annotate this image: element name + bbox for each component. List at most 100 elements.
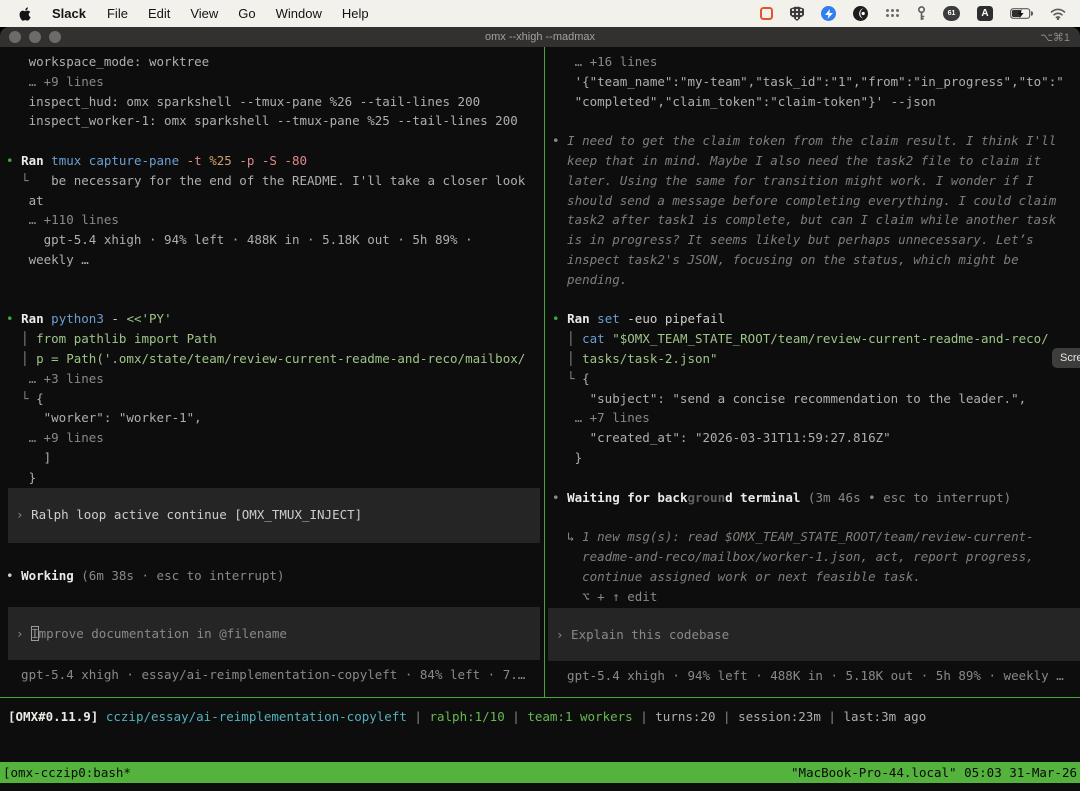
terminal-line: └ { — [546, 369, 1080, 389]
terminal-line: │ tasks/task-2.json" — [546, 349, 1080, 369]
terminal-line: └ { — [0, 389, 544, 409]
terminal-line: '{"team_name":"my-team","task_id":"1","f… — [546, 72, 1080, 92]
contrast-icon[interactable] — [853, 6, 868, 21]
terminal-line: gpt-5.4 xhigh · 94% left · 488K in · 5.1… — [546, 666, 1080, 686]
menu-item-file[interactable]: File — [97, 6, 138, 21]
terminal-line: ] — [0, 448, 544, 468]
terminal-line: › Ralph loop active continue [OMX_TMUX_I… — [8, 505, 362, 525]
terminal-line: should send a message before completing … — [546, 191, 1080, 211]
menu-item-go[interactable]: Go — [228, 6, 265, 21]
hud-status-line: [OMX#0.11.9] cczip/essay/ai-reimplementa… — [0, 707, 1080, 727]
menu-bar: SlackFileEditViewGoWindowHelp 61 — [0, 0, 1080, 27]
terminal-line: later. Using the same for transition mig… — [546, 171, 1080, 191]
pane-left-rows: workspace_mode: worktree … +9 lines insp… — [0, 47, 544, 685]
terminal-line: weekly … — [0, 250, 544, 270]
recording-icon[interactable] — [760, 7, 773, 20]
pane-right: … +16 lines '{"team_name":"my-team","tas… — [546, 47, 1080, 697]
terminal-line: [OMX#0.11.9] cczip/essay/ai-reimplementa… — [0, 707, 1080, 727]
terminal-line: "worker": "worker-1", — [0, 408, 544, 428]
terminal-line: continue assigned work or next feasible … — [546, 567, 1080, 587]
terminal: workspace_mode: worktree … +9 lines insp… — [0, 47, 1080, 791]
terminal-line: • Ran tmux capture-pane -t %25 -p -S -80 — [0, 151, 544, 171]
terminal-line: ⌥ + ↑ edit — [546, 587, 1080, 607]
terminal-line — [0, 131, 544, 151]
traffic-lights — [9, 31, 61, 43]
terminal-line: • I need to get the claim token from the… — [546, 131, 1080, 151]
terminal-line: keep that in mind. Maybe I also need the… — [546, 151, 1080, 171]
terminal-line: … +3 lines — [0, 369, 544, 389]
wifi-icon[interactable] — [1050, 8, 1066, 20]
screen: SlackFileEditViewGoWindowHelp 61 — [0, 0, 1080, 791]
terminal-line — [0, 270, 544, 290]
terminal-line: ↳ 1 new msg(s): read $OMX_TEAM_STATE_ROO… — [546, 527, 1080, 547]
shield-grid-icon[interactable] — [790, 6, 804, 21]
menu-item-help[interactable]: Help — [332, 6, 379, 21]
prompt-input-right[interactable]: › Explain this codebase — [548, 608, 1080, 661]
apple-menu[interactable] — [0, 6, 41, 22]
screenshot-tooltip: Scre — [1052, 348, 1080, 368]
terminal-line — [546, 290, 1080, 310]
terminal-line: inspect_worker-1: omx sparkshell --tmux-… — [0, 111, 544, 131]
terminal-line: } — [0, 468, 544, 488]
battery-icon[interactable] — [1010, 8, 1033, 19]
terminal-line: │ cat "$OMX_TEAM_STATE_ROOT/team/review-… — [546, 329, 1080, 349]
terminal-line: inspect task2's JSON, focusing on the st… — [546, 250, 1080, 270]
menu-item-window[interactable]: Window — [266, 6, 332, 21]
terminal-line: "completed","claim_token":"claim-token"}… — [546, 92, 1080, 112]
menu-item-edit[interactable]: Edit — [138, 6, 180, 21]
close-button[interactable] — [9, 31, 21, 43]
terminal-line: │ p = Path('.omx/state/team/review-curre… — [0, 349, 544, 369]
terminal-line: is in progress? It seems likely but perh… — [546, 230, 1080, 250]
terminal-line: gpt-5.4 xhigh · 94% left · 488K in · 5.1… — [0, 230, 544, 250]
terminal-line: pending. — [546, 270, 1080, 290]
terminal-line: … +7 lines — [546, 408, 1080, 428]
terminal-line: › Explain this codebase — [548, 625, 729, 645]
window-title: omx --xhigh --madmax — [0, 31, 1080, 43]
terminal-line: … +110 lines — [0, 210, 544, 230]
terminal-line: • Waiting for background terminal (3m 46… — [546, 488, 1080, 508]
terminal-line: • Working (6m 38s · esc to interrupt) — [0, 566, 544, 586]
terminal-line: › Improve documentation in @filename — [8, 624, 287, 644]
bolt-circle-icon[interactable] — [821, 6, 836, 21]
terminal-line: … +16 lines — [546, 52, 1080, 72]
terminal-line: task2 after task1 is complete, but can I… — [546, 210, 1080, 230]
terminal-line: … +9 lines — [0, 72, 544, 92]
bolt-glyph — [825, 9, 833, 19]
key-icon[interactable] — [917, 6, 926, 21]
pane-left: workspace_mode: worktree … +9 lines insp… — [0, 47, 545, 697]
menu-status-icons: 61 A — [760, 6, 1080, 21]
terminal-line: │ from pathlib import Path — [0, 329, 544, 349]
menu-item-slack[interactable]: Slack — [41, 6, 97, 21]
hud-status-pane: [OMX#0.11.9] cczip/essay/ai-reimplementa… — [0, 697, 1080, 727]
prompt-input-left[interactable]: › Improve documentation in @filename — [8, 607, 540, 660]
terminal-line: … +9 lines — [0, 428, 544, 448]
terminal-line — [0, 290, 544, 310]
pane-right-rows: … +16 lines '{"team_name":"my-team","tas… — [546, 47, 1080, 686]
zoom-button[interactable] — [49, 31, 61, 43]
dots-grid-icon[interactable] — [885, 8, 900, 19]
tmux-status-bar: [omx-cczip0:bash* "MacBook-Pro-44.local"… — [0, 762, 1080, 783]
terminal-line: workspace_mode: worktree — [0, 52, 544, 72]
tmux-host-clock: "MacBook-Pro-44.local" 05:03 31-Mar-26 — [791, 765, 1077, 780]
terminal-line: "subject": "send a concise recommendatio… — [546, 389, 1080, 409]
terminal-line: readme-and-reco/mailbox/worker-1.json, a… — [546, 547, 1080, 567]
tmux-session-label: [omx-cczip0:bash* — [3, 765, 131, 780]
terminal-line: gpt-5.4 xhigh · essay/ai-reimplementatio… — [0, 665, 544, 685]
menu-item-view[interactable]: View — [180, 6, 228, 21]
terminal-line: inspect_hud: omx sparkshell --tmux-pane … — [0, 92, 544, 112]
menu-items: SlackFileEditViewGoWindowHelp — [41, 6, 379, 21]
window-shortcut: ⌥⌘1 — [1040, 31, 1070, 44]
terminal-line: • Ran python3 - <<'PY' — [0, 309, 544, 329]
terminal-line: at — [0, 191, 544, 211]
window-titlebar: omx --xhigh --madmax ⌥⌘1 — [0, 27, 1080, 47]
terminal-line: "created_at": "2026-03-31T11:59:27.816Z" — [546, 428, 1080, 448]
terminal-line — [546, 111, 1080, 131]
badge-61-icon[interactable]: 61 — [943, 6, 960, 21]
terminal-line — [546, 507, 1080, 527]
apple-logo-icon — [18, 6, 31, 22]
ralph-loop-box: › Ralph loop active continue [OMX_TMUX_I… — [8, 488, 540, 543]
minimize-button[interactable] — [29, 31, 41, 43]
terminal-line: └ be necessary for the end of the README… — [0, 171, 544, 191]
terminal-line: } — [546, 448, 1080, 468]
letter-a-icon[interactable]: A — [977, 6, 993, 21]
